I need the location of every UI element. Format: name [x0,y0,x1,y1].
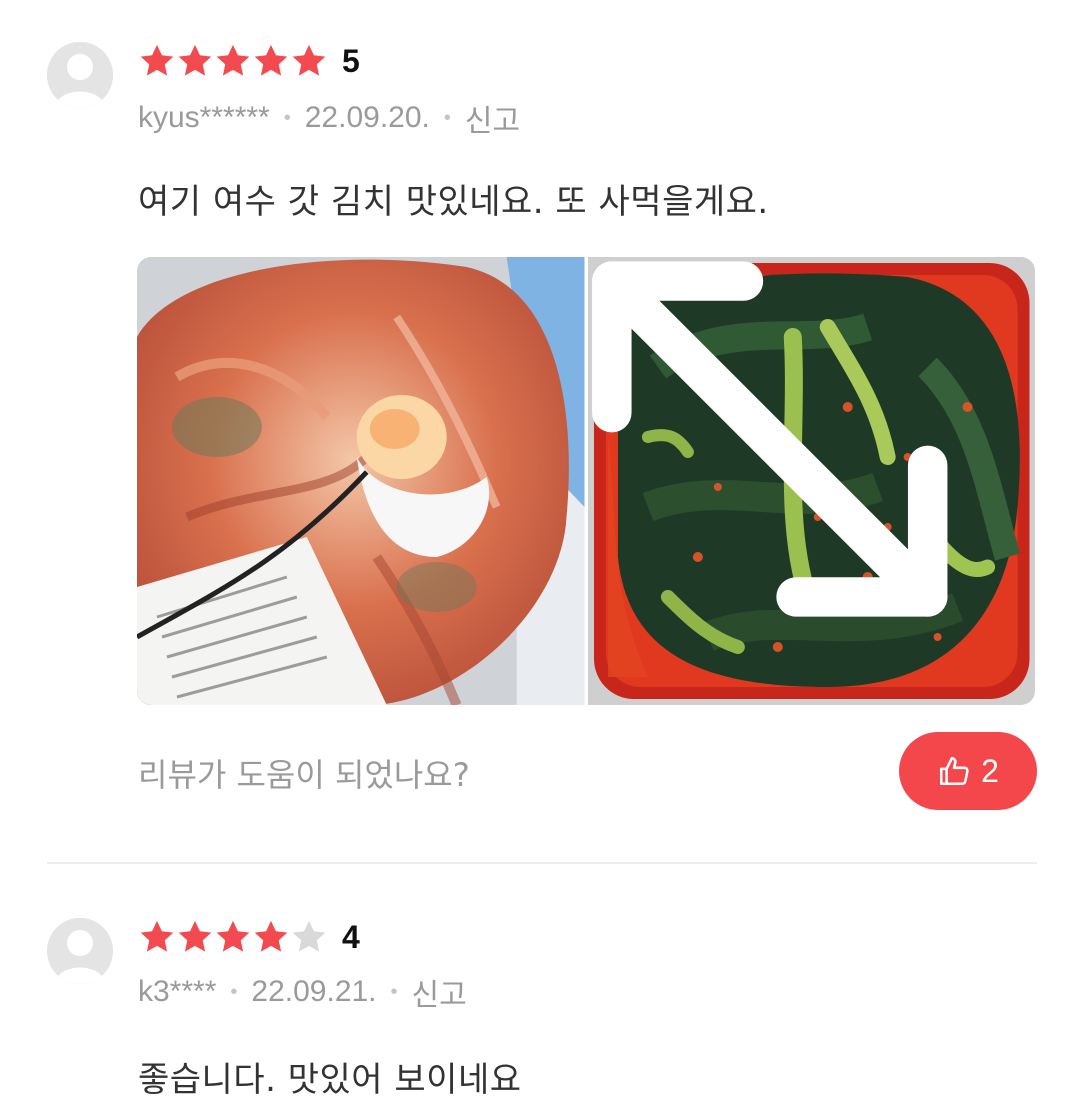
helpful-question: 리뷰가 도움이 되었나요? [138,756,470,794]
star-empty-icon [292,920,326,952]
star-rating: 4 [138,918,360,956]
report-link[interactable]: 신고 [412,970,467,1014]
star-icon [140,920,174,952]
star-icon [216,44,250,76]
star-icon [254,920,288,952]
star-icon [140,44,174,76]
star-icon [292,44,326,76]
username: k3**** [138,975,217,1008]
thumbs-up-icon [940,756,969,786]
rating-value: 5 [342,42,360,79]
like-count: 2 [981,752,999,789]
star-rating: 5 [138,42,360,80]
separator-dot: • [390,980,398,1003]
avatar[interactable] [47,918,113,984]
review-text: 좋습니다. 맛있어 보이네요 [138,1060,522,1100]
review-date: 22.09.20. [304,101,430,134]
username: kyus****** [138,101,270,134]
separator-dot: • [443,106,451,129]
review-meta: kyus****** • 22.09.20. • 신고 [138,96,520,140]
review-meta: k3**** • 22.09.21. • 신고 [138,970,467,1014]
review-photos [137,257,1035,705]
user-silhouette-icon [47,42,113,108]
star-icon [178,920,212,952]
review-text: 여기 여수 갓 김치 맛있네요. 또 사먹을게요. [138,182,769,222]
review-divider [47,862,1037,864]
kimchi-bag-photo[interactable] [137,257,585,705]
user-silhouette-icon [47,918,113,984]
star-icon [216,920,250,952]
report-link[interactable]: 신고 [465,96,520,140]
star-icon [178,44,212,76]
separator-dot: • [283,106,291,129]
star-icon [254,44,288,76]
mustard-green-kimchi-photo[interactable] [587,257,1035,705]
separator-dot: • [230,980,238,1003]
like-button[interactable]: 2 [899,732,1037,810]
expand-arrows-icon[interactable] [588,257,994,663]
rating-value: 4 [342,918,360,955]
review-date: 22.09.21. [251,975,377,1008]
avatar[interactable] [47,42,113,108]
